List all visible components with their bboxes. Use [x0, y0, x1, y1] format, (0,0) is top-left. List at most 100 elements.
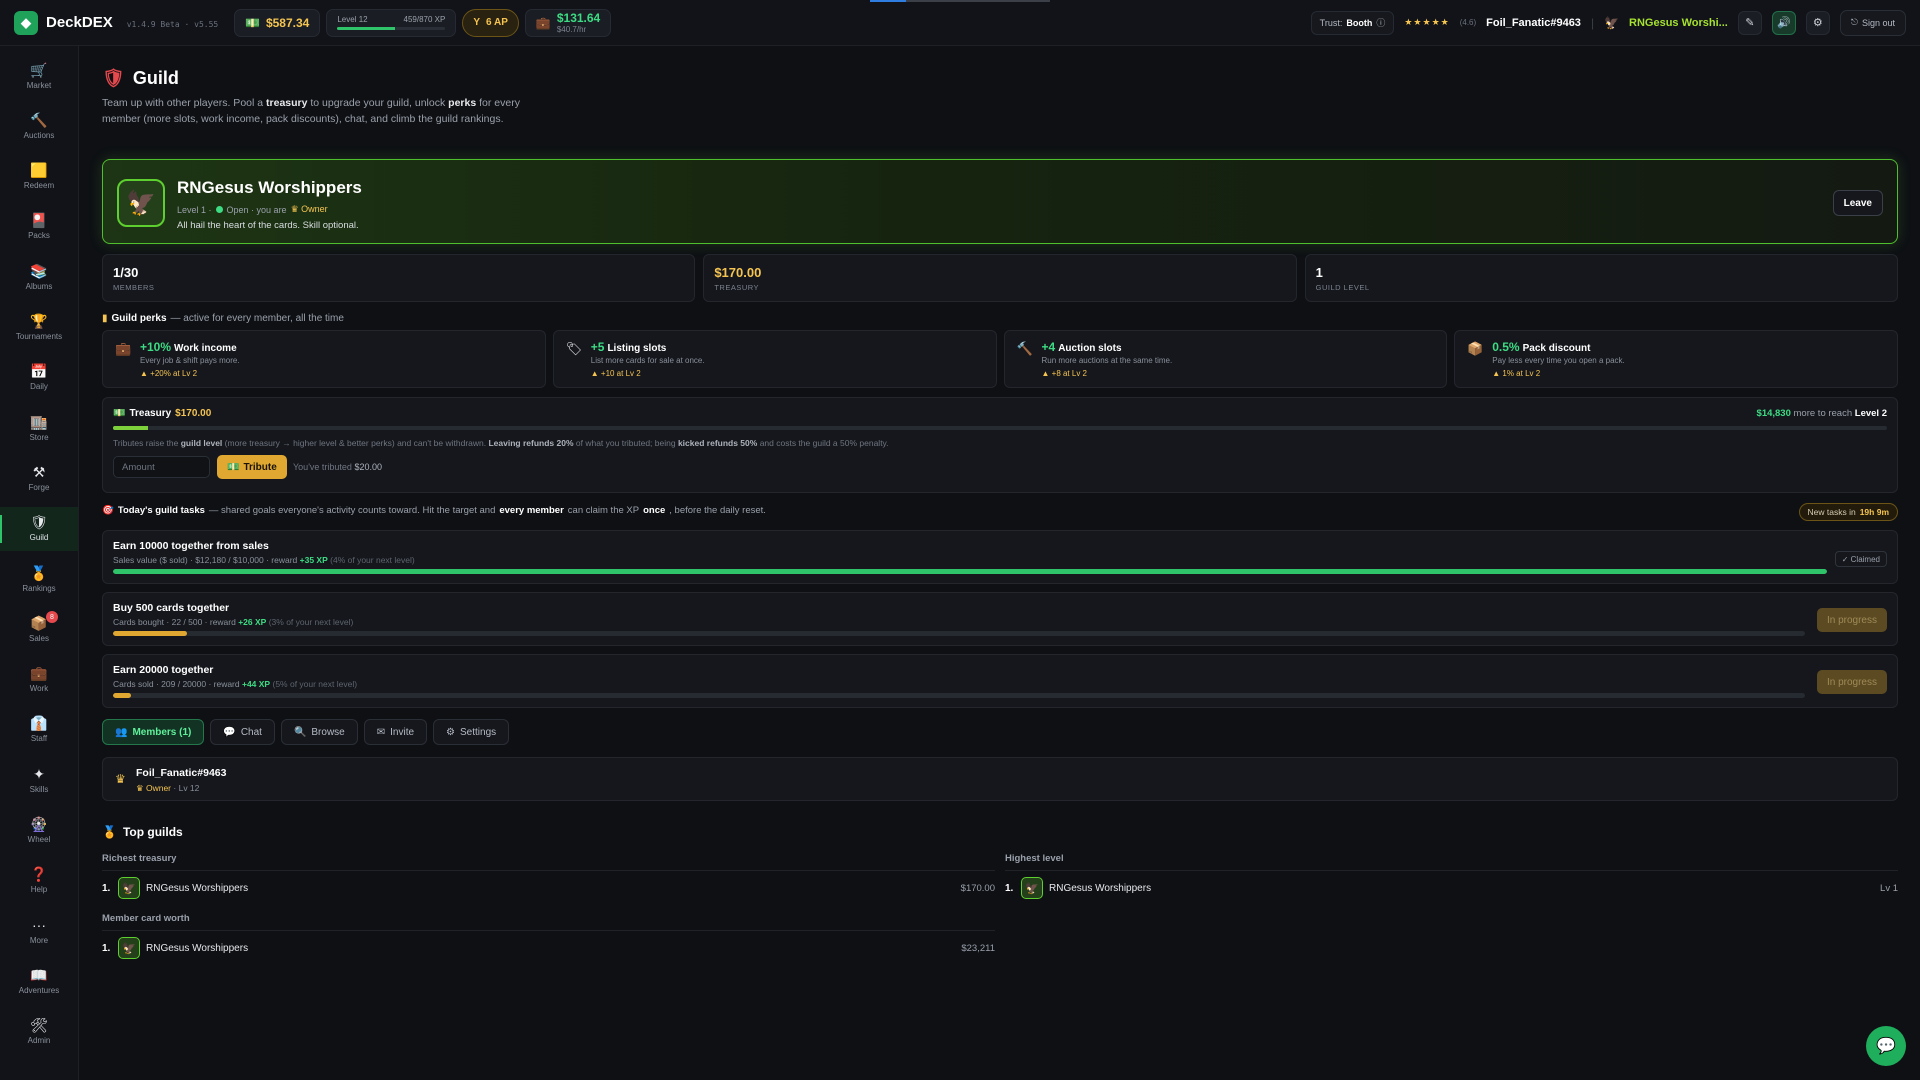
sidebar-item-skills[interactable]: ✦ Skills — [0, 758, 78, 802]
perk-description: Every job & shift pays more. — [140, 356, 240, 365]
task-title: Earn 10000 together from sales — [113, 540, 269, 552]
guild-level-value: 1 — [1315, 265, 1323, 280]
more-icon: ··· — [32, 916, 46, 933]
sidebar-item-auctions[interactable]: 🔨 Auctions — [0, 104, 78, 148]
tab-members[interactable]: 👥 Members (1) — [102, 719, 205, 745]
staff-icon: 👔 — [30, 715, 48, 732]
ap-pill[interactable]: Y 6 AP — [462, 8, 519, 37]
main-content: 🛡 Guild Team up with other players. Pool… — [102, 68, 1898, 959]
list-item[interactable]: 1. 🦅 RNGesus Worshippers Lv 1 — [1005, 873, 1898, 903]
sound-icon[interactable]: 🔊 — [1771, 10, 1796, 35]
list-item[interactable]: 1. 🦅 RNGesus Worshippers $23,211 — [102, 933, 995, 963]
skills-icon: ✦ — [33, 765, 45, 782]
sidebar-item-label: Store — [29, 432, 49, 442]
sign-out-button[interactable]: ⎋ Sign out — [1839, 9, 1906, 36]
treasury-amount: $170.00 — [175, 408, 212, 419]
sidebar-item-label: Staff — [30, 734, 48, 744]
perk-card: 💼 +10% Work income Every job & shift pays m… — [102, 330, 546, 388]
sidebar-item-market[interactable]: 🛒 Market — [0, 54, 78, 98]
tribute-button[interactable]: 💵 Tribute — [217, 455, 287, 479]
tab-chat[interactable]: 💬 Chat — [210, 719, 275, 745]
guild-task: Earn 10000 together from sales Sales valu… — [102, 530, 1898, 584]
sidebar-item-forge[interactable]: ⚒ Forge — [0, 456, 78, 500]
in-progress-button[interactable]: In progress — [1816, 608, 1887, 632]
guild-level: Level 1 · — [177, 204, 212, 215]
brand[interactable]: ◆ DeckDEX v1.4.9 Beta · v5.55 — [14, 10, 234, 35]
sidebar-item-label: Tournaments — [15, 332, 63, 341]
you-tributed: You've tributed $20.00 — [293, 462, 382, 472]
sidebar-item-tournaments[interactable]: 🏆 Tournaments — [0, 306, 78, 350]
sidebar-item-guild[interactable]: 🛡 Guild — [0, 506, 78, 551]
sidebar-item-sales[interactable]: 📦 Sales 8 — [0, 607, 78, 651]
task-title: Earn 20000 together — [113, 664, 214, 676]
tribute-amount-input[interactable]: Amount — [113, 456, 210, 478]
in-progress-button[interactable]: In progress — [1816, 670, 1887, 694]
perk-description: Run more auctions at the same time. — [1041, 356, 1173, 365]
chat-icon[interactable]: 💬 — [1866, 1026, 1906, 1066]
settings-icon: ⚙ — [446, 726, 456, 738]
claimed-badge: ✓ Claimed — [1834, 551, 1887, 567]
target-icon: 🎯 — [102, 505, 114, 516]
task-progress-bar — [113, 693, 1805, 698]
trust-badge[interactable]: Trust: Booth ⓘ — [1310, 10, 1395, 35]
cash-pill[interactable]: 💵 $587.34 — [234, 8, 321, 37]
income-pill[interactable]: 💼 $131.64 $40.7/hr — [524, 8, 612, 37]
guild-status: Open · you are — [226, 204, 287, 215]
money-icon: 💵 — [113, 408, 126, 419]
sidebar-item-label: Sales — [28, 633, 49, 643]
sales-count-badge: 8 — [46, 611, 58, 624]
app-version: v1.4.9 Beta · v5.55 — [126, 20, 219, 29]
sidebar-item-packs[interactable]: 🎴 Packs — [0, 205, 78, 249]
guild-icon: 🛡 — [30, 514, 48, 531]
treasury-panel: 💵 Treasury $170.00 $14,830 more to reach… — [102, 397, 1898, 493]
divider: | — [1590, 15, 1595, 30]
logout-icon: ⎋ — [1850, 17, 1858, 27]
username[interactable]: Foil_Fanatic#9463 — [1486, 17, 1581, 29]
daily-icon: 📅 — [30, 363, 48, 380]
bars-icon: ▮ — [102, 313, 108, 324]
sidebar-item-staff[interactable]: 👔 Staff — [0, 708, 78, 752]
task-details: Cards sold · 209 / 20000 · reward +44 XP… — [113, 679, 358, 689]
page-title: 🛡 Guild — [102, 68, 1898, 89]
sidebar-item-daily[interactable]: 📅 Daily — [0, 356, 78, 400]
top-progress-indicator — [870, 0, 1050, 2]
perk-title: +10% Work income — [140, 340, 237, 354]
tab-settings[interactable]: ⚙ Settings — [433, 719, 510, 745]
perks-heading: ▮ Guild perks — active for every member, … — [102, 313, 344, 324]
sidebar-item-store[interactable]: 🏬 Store — [0, 406, 78, 450]
guild-link[interactable]: RNGesus Worshi... — [1629, 17, 1728, 29]
guild-stats: 1/30 MEMBERS $170.00 TREASURY 1 GUILD LE… — [102, 254, 1898, 302]
perk-next-level: ▲ 1% at Lv 2 — [1492, 369, 1541, 378]
deckdex-logo-icon: ◆ — [14, 10, 38, 35]
richest-treasury-list: Richest treasury 1. 🦅 RNGesus Worshipper… — [102, 853, 995, 903]
sidebar-item-admin[interactable]: 🛠 Admin — [0, 1010, 78, 1054]
list-item[interactable]: 1. 🦅 RNGesus Worshippers $170.00 — [102, 873, 995, 903]
leave-button[interactable]: Leave — [1832, 190, 1883, 216]
sidebar-item-adventures[interactable]: 📖 Adventures — [0, 959, 78, 1003]
gear-icon[interactable]: ⚙ — [1805, 10, 1830, 35]
app-name: DeckDEX — [46, 14, 113, 31]
richest-label: Richest treasury — [102, 853, 995, 871]
member-row[interactable]: ♛ Foil_Fanatic#9463 ♛ Owner · Lv 12 — [102, 757, 1898, 801]
perk-icon: 🏷 — [565, 341, 583, 356]
cash-icon: 💵 — [245, 15, 260, 30]
perks-list: 💼 +10% Work income Every job & shift pays m… — [102, 330, 1898, 388]
sidebar-item-wheel[interactable]: 🎡 Wheel — [0, 809, 78, 853]
task-progress-bar — [113, 569, 1827, 574]
pen-off-icon[interactable]: ✎ — [1737, 10, 1762, 35]
cash-value: $587.34 — [265, 15, 310, 30]
sidebar-item-more[interactable]: ··· More — [0, 909, 78, 953]
sidebar-item-work[interactable]: 💼 Work — [0, 658, 78, 702]
perk-icon: 💼 — [115, 341, 132, 356]
sidebar-item-help[interactable]: ❓ Help — [0, 859, 78, 903]
perk-title: +5 Listing slots — [590, 340, 667, 354]
sidebar-item-rankings[interactable]: 🏅 Rankings — [0, 557, 78, 601]
sidebar-item-albums[interactable]: 📚 Albums — [0, 255, 78, 299]
perk-icon: 📦 — [1467, 341, 1484, 356]
sidebar-item-label: Wheel — [27, 835, 51, 844]
guild-emblem-icon: 🦅 — [118, 877, 140, 899]
level-pill[interactable]: Level 12 459/870 XP — [326, 8, 457, 37]
sidebar-item-redeem[interactable]: 🟨 Redeem — [0, 155, 78, 199]
tab-browse[interactable]: 🔍 Browse — [280, 719, 358, 745]
tab-invite[interactable]: ✉ Invite — [363, 719, 428, 745]
